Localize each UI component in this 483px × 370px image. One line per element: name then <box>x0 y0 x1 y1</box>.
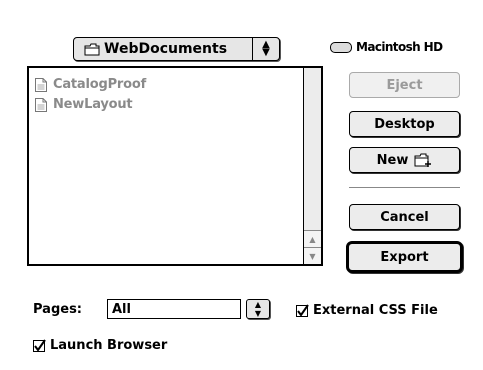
document-icon <box>35 97 47 112</box>
new-folder-button-label: New <box>376 152 409 168</box>
pages-label: Pages: <box>33 302 83 317</box>
new-folder-button[interactable]: New <box>349 147 460 173</box>
pages-popup-arrows[interactable]: ▲ ▼ <box>246 299 270 319</box>
scroll-up-arrow-icon[interactable]: ▲ <box>304 230 321 247</box>
volume-label: Macintosh HD <box>356 40 443 54</box>
external-css-option[interactable]: External CSS File <box>296 303 438 318</box>
scroll-down-arrow-icon[interactable]: ▼ <box>304 247 321 264</box>
new-folder-icon <box>414 152 432 168</box>
file-name: CatalogProof <box>53 76 147 92</box>
pages-value: All <box>112 301 131 317</box>
launch-browser-option[interactable]: Launch Browser <box>33 338 167 353</box>
file-name: NewLayout <box>53 96 133 112</box>
button-divider <box>349 187 460 188</box>
desktop-button-label: Desktop <box>374 116 435 132</box>
folder-popup-label: WebDocuments <box>104 41 228 57</box>
external-css-label: External CSS File <box>313 303 438 318</box>
folder-icon <box>84 42 100 56</box>
launch-browser-checkbox[interactable] <box>33 338 46 352</box>
export-dialog: WebDocuments ▲ ▼ Macintosh HD CatalogProo… <box>0 0 483 370</box>
file-list[interactable]: CatalogProof NewLayout ▲ ▼ <box>27 66 323 266</box>
external-css-checkbox[interactable] <box>296 303 309 317</box>
cancel-button-label: Cancel <box>380 209 429 225</box>
desktop-button[interactable]: Desktop <box>349 111 460 137</box>
hard-drive-icon <box>330 41 352 53</box>
launch-browser-label: Launch Browser <box>50 338 168 353</box>
folder-popup-menu[interactable]: WebDocuments ▲ ▼ <box>73 37 280 61</box>
eject-button[interactable]: Eject <box>349 72 460 98</box>
list-item[interactable]: NewLayout <box>35 94 146 114</box>
cancel-button[interactable]: Cancel <box>349 204 460 230</box>
popup-arrows-icon: ▲ ▼ <box>254 300 262 318</box>
popup-arrows-icon: ▲ ▼ <box>252 38 279 60</box>
pages-field[interactable]: All <box>107 299 241 319</box>
export-button[interactable]: Export <box>346 241 463 273</box>
document-icon <box>35 77 47 92</box>
vertical-scrollbar[interactable]: ▲ ▼ <box>303 68 321 264</box>
list-item[interactable]: CatalogProof <box>35 74 146 94</box>
export-button-label: Export <box>380 249 429 265</box>
volume-indicator: Macintosh HD <box>330 40 443 54</box>
eject-button-label: Eject <box>386 77 423 93</box>
